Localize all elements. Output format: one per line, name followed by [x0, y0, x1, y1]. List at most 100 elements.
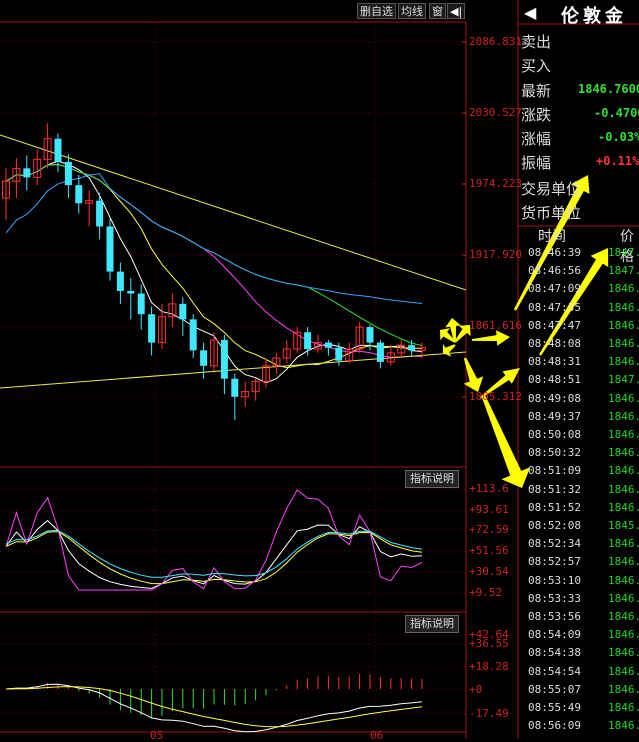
annotation-arrow [471, 330, 510, 346]
tick-time: 08:51:09 [528, 464, 581, 478]
tick-time: 08:52:34 [528, 537, 581, 551]
latest-label: 最新 [521, 82, 552, 100]
delete-watchlist-button[interactable]: 删自选 [357, 3, 396, 19]
price-axis-label: 1861.616 [469, 319, 522, 332]
resistance-trendline [0, 134, 467, 291]
tick-price: 1846. [608, 701, 639, 714]
price-axis-label: 1805.312 [469, 390, 522, 403]
tick-price: 1846. [608, 446, 639, 460]
candle-body [179, 303, 187, 320]
tick-time: 08:52:57 [528, 555, 581, 569]
tick-time: 08:53:33 [528, 591, 581, 605]
annotation-arrow [442, 343, 456, 357]
tick-row: 08:51:32 1846. [528, 483, 639, 501]
tick-row: 08:50:08 1846. [528, 428, 639, 446]
indicator2-axis-label: +0 [469, 683, 483, 696]
tick-time: 08:55:07 [528, 682, 581, 696]
tick-price: 1845. [608, 519, 639, 532]
tick-price: 1846. [608, 591, 639, 605]
change-pct-value: -0.03% [598, 130, 639, 144]
tick-price: 1846. [608, 300, 639, 314]
tick-row: 08:52:08 1845. [528, 519, 639, 537]
tick-row: 08:48:08 1846. [528, 337, 639, 355]
candle-body [366, 327, 374, 343]
tick-price: 1846. [608, 664, 639, 678]
price-axis-label: 1917.920 [469, 248, 522, 261]
tick-row: 08:54:09 1846. [528, 628, 639, 646]
annotation-arrow [481, 394, 531, 488]
back-arrow-icon[interactable]: ◀ [524, 3, 536, 22]
indicator-help-button[interactable]: 指标说明 [405, 615, 459, 633]
date-label: 06 [370, 729, 384, 742]
currency-unit-label: 货币单位 [521, 204, 582, 222]
tick-time: 08:52:08 [528, 519, 581, 532]
candle-body [148, 314, 156, 343]
tick-row: 08:53:56 1846. [528, 610, 639, 628]
amplitude-value: +0.11% [596, 154, 639, 168]
tick-price: 1846. [608, 482, 639, 496]
date-label: 05 [150, 729, 164, 742]
tick-price: 1846. [608, 555, 639, 569]
tick-time: 08:51:52 [528, 500, 581, 514]
change-value: -0.4700 [594, 106, 639, 120]
indicator1-axis-label: +113.6 [469, 482, 509, 495]
tick-row: 08:52:34 1846. [528, 537, 639, 555]
amplitude-label: 振幅 [521, 154, 552, 172]
tick-price: 1846. [608, 628, 639, 642]
indicator1-axis-label: +72.59 [469, 523, 509, 536]
tick-price: 1846. [608, 719, 639, 733]
candle-body [335, 347, 343, 361]
collapse-panel-icon[interactable]: ◀| [447, 3, 466, 19]
candles [2, 123, 426, 420]
tick-price: 1846. [608, 337, 639, 350]
tick-time: 08:46:56 [528, 264, 581, 278]
tick-time: 08:53:10 [528, 573, 581, 587]
tick-row: 08:54:54 1846. [528, 665, 639, 683]
tick-time: 08:54:38 [528, 646, 581, 660]
change-pct-label: 涨幅 [521, 130, 552, 148]
tick-price: 1847. [608, 246, 639, 259]
tick-time: 08:47:09 [528, 282, 581, 296]
latest-value: 1846.7600 [578, 82, 639, 96]
candle-body [106, 226, 114, 272]
candle-body [116, 271, 124, 291]
candle-body [220, 340, 228, 379]
kdj-k-line [5, 519, 423, 589]
candle-body [23, 168, 31, 178]
tick-row: 08:49:37 1846. [528, 410, 639, 428]
tick-time: 08:48:08 [528, 337, 581, 350]
candle-body [64, 161, 72, 186]
tick-row: 08:56:09 1846. [528, 719, 639, 737]
indicator-help-button[interactable]: 指标说明 [405, 470, 459, 488]
tick-price: 1846. [608, 464, 639, 478]
sell-label: 卖出 [521, 33, 552, 51]
tick-row: 08:54:38 1846. [528, 646, 639, 664]
tick-row: 08:51:52 1846. [528, 501, 639, 519]
instrument-title: 伦敦金 [561, 6, 627, 27]
candle-body [408, 345, 416, 351]
candle-body [137, 293, 145, 315]
candle-body [189, 319, 197, 351]
candle-body [75, 185, 83, 204]
indicator1-axis-label: +93.61 [469, 503, 509, 516]
tick-price: 1847. [608, 264, 639, 278]
tick-price: 1846. [608, 355, 639, 369]
candle-body [54, 138, 62, 162]
tick-row: 08:52:57 1846. [528, 555, 639, 573]
tick-price: 1846. [608, 428, 639, 441]
tick-price: 1846. [608, 537, 639, 551]
tick-row: 08:55:49 1846. [528, 701, 639, 719]
tick-price: 1846. [608, 646, 639, 660]
moving-average-button[interactable]: 均线 [398, 3, 426, 19]
tick-row: 08:55:07 1846. [528, 683, 639, 701]
tick-row: 08:47:47 1846. [528, 319, 639, 337]
candle-body [324, 342, 332, 348]
window-button[interactable]: 窗 [429, 3, 446, 19]
tick-time: 08:47:35 [528, 300, 581, 314]
tick-time: 08:50:32 [528, 446, 581, 460]
tick-time: 08:54:54 [528, 664, 581, 678]
tick-time: 08:47:47 [528, 318, 581, 332]
tick-price: 1846. [608, 409, 639, 423]
tick-price: 1846. [608, 282, 639, 296]
candle-body [231, 378, 239, 397]
